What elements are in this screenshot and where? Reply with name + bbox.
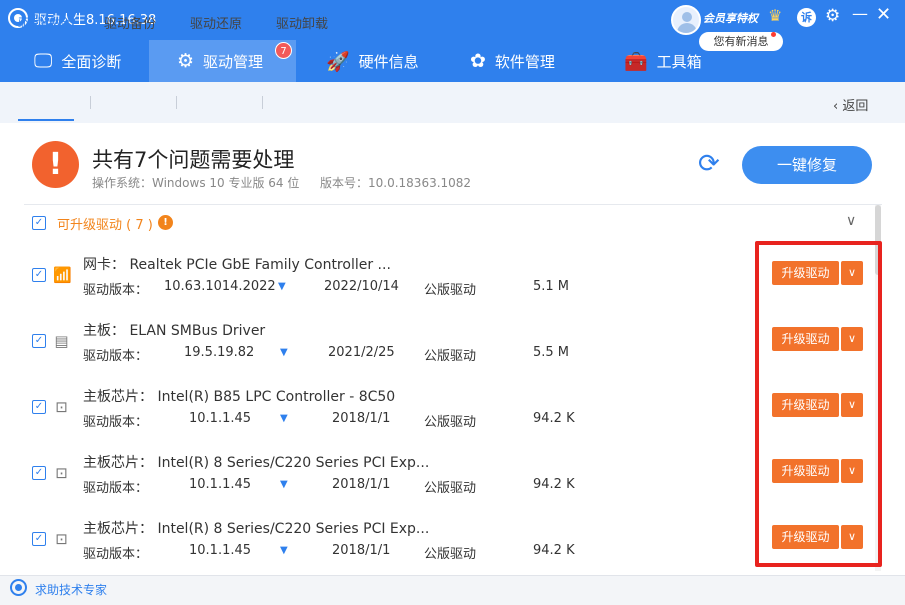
toolbox-icon: 🧰 [624, 50, 648, 73]
version-dropdown-icon[interactable]: ▼ [280, 545, 288, 556]
subnav-divider [90, 96, 91, 109]
crown-icon[interactable]: ♛ [768, 6, 782, 25]
help-avatar-icon[interactable] [10, 579, 27, 596]
driver-checkbox[interactable]: ✓ [32, 466, 46, 480]
version-dropdown-icon[interactable]: ▼ [278, 281, 286, 292]
sub-navigation [0, 82, 905, 123]
subtab-driver-restore[interactable]: 驱动还原 [190, 13, 242, 32]
driver-name: 主板芯片： Intel(R) B85 LPC Controller - 8C50 [83, 389, 396, 405]
tab-full-diagnosis[interactable]: 🖵 全面诊断 [22, 40, 148, 82]
driver-size: 94.2 K [533, 543, 575, 558]
driver-date: 2021/2/25 [328, 345, 395, 360]
driver-size: 5.1 M [533, 279, 570, 294]
minimize-icon[interactable]: — [852, 4, 868, 23]
version-label: 驱动版本： [83, 547, 149, 562]
os-version: 版本号：10.0.18363.1082 [320, 176, 472, 190]
version-label: 驱动版本： [83, 415, 149, 430]
os-info: 操作系统：Windows 10 专业版 64 位 [92, 176, 300, 190]
chevron-down-icon[interactable]: ∨ [846, 213, 856, 229]
driver-date: 2018/1/1 [332, 411, 391, 426]
motherboard-icon: ▤ [54, 332, 69, 350]
driver-name: 主板： ELAN SMBus Driver [83, 323, 266, 339]
driver-checkbox[interactable]: ✓ [32, 334, 46, 348]
one-click-fix-button[interactable]: 一键修复 [742, 146, 872, 184]
version-value: 19.5.19.82 [184, 345, 255, 360]
driver-date: 2018/1/1 [332, 477, 391, 492]
complain-icon[interactable]: 诉 [797, 8, 816, 27]
driver-name: 网卡： Realtek PCIe GbE Family Controller .… [83, 257, 391, 273]
version-label: 驱动版本： [83, 349, 149, 364]
message-dot-icon [771, 32, 776, 37]
driver-type: 公版驱动 [424, 481, 477, 496]
subtab-driver-check[interactable]: 驱动体检 [18, 13, 70, 32]
subtab-driver-uninstall[interactable]: 驱动卸载 [276, 13, 328, 32]
version-label: 驱动版本： [83, 481, 149, 496]
driver-checkbox[interactable]: ✓ [32, 268, 46, 282]
version-dropdown-icon[interactable]: ▼ [280, 413, 288, 424]
subnav-divider [176, 96, 177, 109]
version-value: 10.1.1.45 [189, 411, 252, 426]
driver-size: 94.2 K [533, 411, 575, 426]
section-divider [24, 204, 882, 205]
section-label: 可升级驱动 ( 7 ) [57, 218, 153, 233]
tab-toolbox[interactable]: 🧰 工具箱 [616, 40, 726, 82]
monitor-icon: 🖵 [34, 50, 53, 72]
info-icon[interactable]: ! [158, 215, 173, 230]
version-value: 10.1.1.45 [189, 543, 252, 558]
driver-checkbox[interactable]: ✓ [32, 400, 46, 414]
driver-name: 主板芯片： Intel(R) 8 Series/C220 Series PCI … [83, 521, 430, 537]
chip-icon: ⊡ [55, 398, 68, 416]
warning-icon: ! [32, 141, 79, 188]
driver-type: 公版驱动 [424, 283, 477, 298]
tab-hardware-info[interactable]: 🚀 硬件信息 [318, 40, 448, 82]
driver-checkbox[interactable]: ✓ [32, 532, 46, 546]
subnav-divider [262, 96, 263, 109]
version-value: 10.63.1014.2022 [164, 279, 276, 294]
tab-software-management[interactable]: ✿ 软件管理 [462, 40, 592, 82]
refresh-icon[interactable]: ⟳ [698, 149, 720, 179]
driver-date: 2018/1/1 [332, 543, 391, 558]
summary-title: 共有7个问题需要处理 [92, 148, 295, 172]
status-bar [0, 575, 905, 605]
driver-type: 公版驱动 [424, 547, 477, 562]
chip-icon: ⊡ [55, 530, 68, 548]
chip-icon: ⊡ [55, 464, 68, 482]
driver-size: 5.5 M [533, 345, 570, 360]
version-dropdown-icon[interactable]: ▼ [280, 347, 288, 358]
rocket-icon: 🚀 [326, 50, 350, 73]
tab-driver-management[interactable]: ⚙ 驱动管理 [149, 40, 296, 82]
subtab-driver-backup[interactable]: 驱动备份 [104, 13, 156, 32]
section-checkbox[interactable]: ✓ [32, 216, 46, 230]
version-label: 驱动版本： [83, 283, 149, 298]
back-link[interactable]: ‹ 返回 [833, 95, 868, 114]
chevron-left-icon: ‹ [833, 99, 843, 114]
gear-icon: ⚙ [177, 50, 195, 72]
network-icon: 📶 [53, 266, 72, 284]
user-avatar[interactable] [671, 5, 701, 35]
tab-badge: 7 [275, 42, 292, 59]
ask-expert-link[interactable]: 求助技术专家 [35, 581, 107, 598]
highlight-annotation-box [755, 241, 882, 567]
settings-icon[interactable]: ⚙ [825, 6, 840, 26]
driver-type: 公版驱动 [424, 415, 477, 430]
version-value: 10.1.1.45 [189, 477, 252, 492]
close-icon[interactable]: ✕ [876, 4, 891, 25]
driver-size: 94.2 K [533, 477, 575, 492]
flower-icon: ✿ [470, 50, 486, 72]
version-dropdown-icon[interactable]: ▼ [280, 479, 288, 490]
driver-type: 公版驱动 [424, 349, 477, 364]
driver-date: 2022/10/14 [324, 279, 399, 294]
vip-label[interactable]: 会员享特权 [703, 10, 758, 26]
driver-name: 主板芯片： Intel(R) 8 Series/C220 Series PCI … [83, 455, 430, 471]
active-tab-underline [18, 119, 74, 121]
